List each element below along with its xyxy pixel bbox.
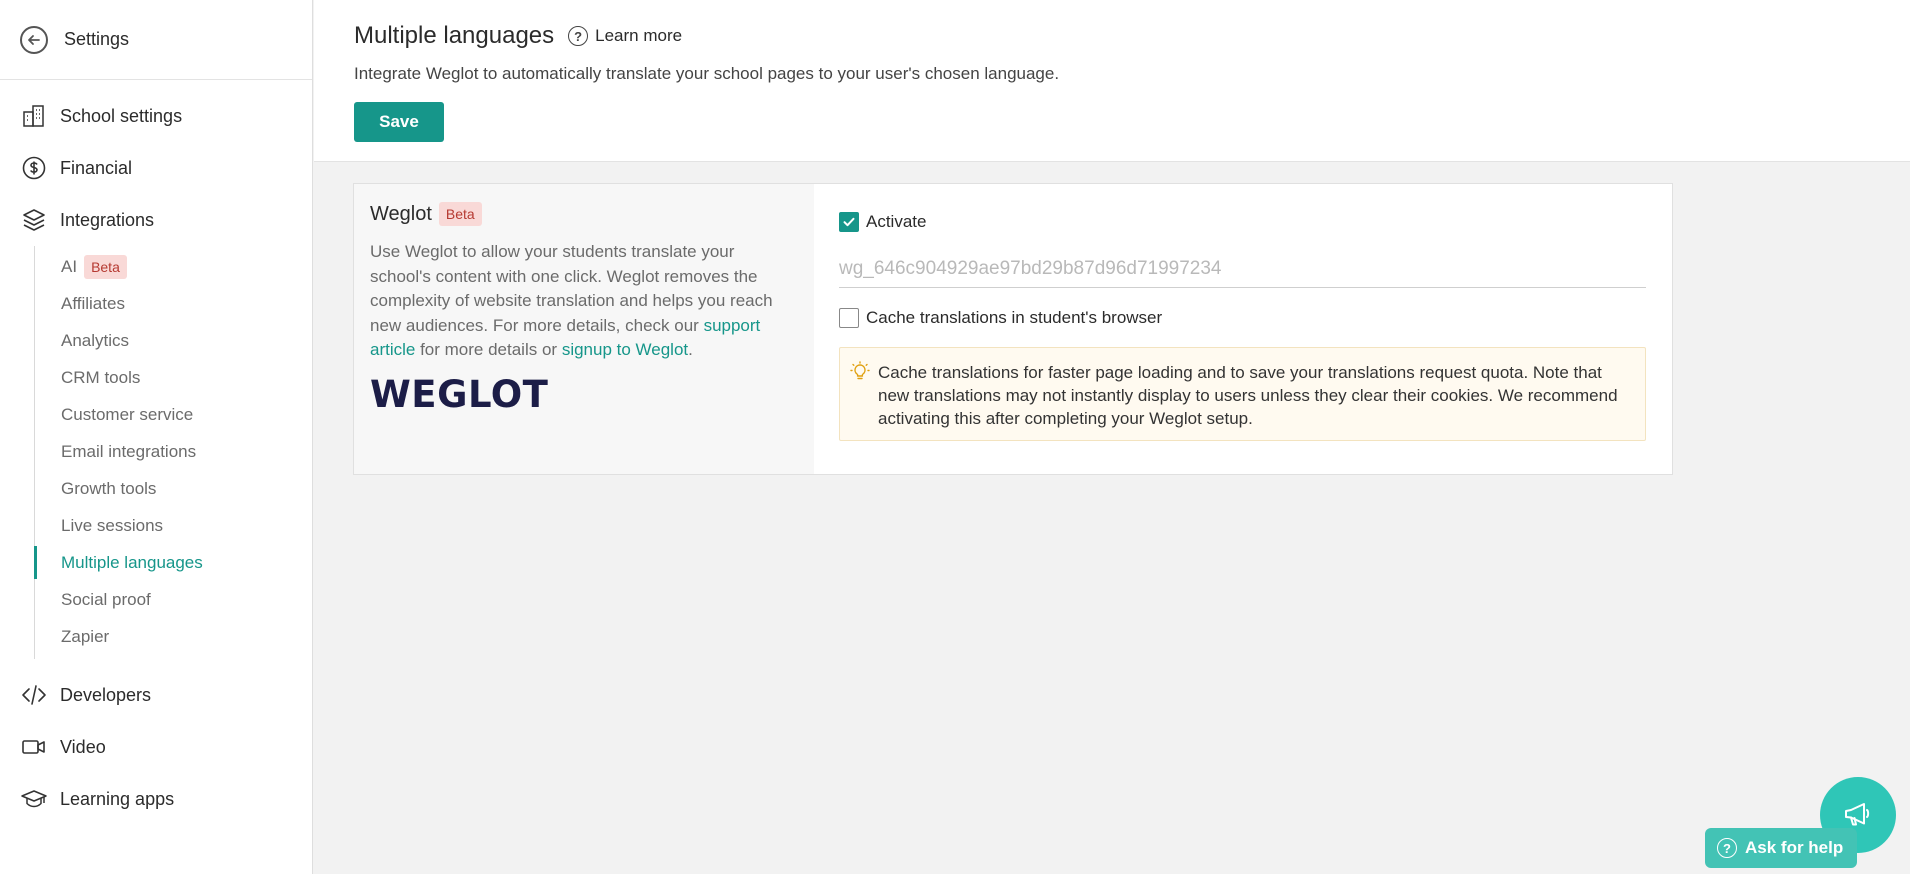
settings-sidebar: Settings School settings Financial Integ… [0,0,313,874]
layers-icon [20,206,48,234]
activate-label: Activate [866,212,927,231]
sidebar-subitem-label: Multiple languages [61,552,203,572]
help-circle-icon: ? [568,26,589,46]
dollar-circle-icon [20,154,48,182]
sidebar-item-developers[interactable]: Developers [0,669,312,721]
integrations-submenu: AI Beta Affiliates Analytics CRM tools C… [34,246,312,659]
sidebar-item-label: Financial [60,157,133,178]
sidebar-subitem-label: AI [61,256,78,276]
video-camera-icon [20,733,48,761]
graduation-cap-icon [20,785,48,813]
signup-weglot-link[interactable]: signup to Weglot [562,340,688,359]
sidebar-subitem-multiple-languages[interactable]: Multiple languages [34,544,312,581]
learn-more-label: Learn more [595,26,683,45]
sidebar-subitem-label: CRM tools [61,367,141,387]
weglot-description-text: . [688,340,693,359]
sidebar-item-label: Video [60,736,106,757]
page-description: Integrate Weglot to automatically transl… [354,64,1060,83]
sidebar-subitem-label: Analytics [61,330,130,350]
sidebar-subitem-social-proof[interactable]: Social proof [35,581,312,618]
sidebar-item-integrations[interactable]: Integrations [0,194,312,246]
sidebar-subitem-label: Growth tools [61,478,157,498]
weglot-description-text: for more details or [415,340,562,359]
page-title: Multiple languages [354,22,555,49]
settings-title: Settings [64,29,130,49]
sidebar-item-label: Integrations [60,209,155,230]
sidebar-item-label: Developers [60,684,152,705]
save-button[interactable]: Save [354,102,444,142]
building-icon [20,102,48,130]
sidebar-subitem-analytics[interactable]: Analytics [35,322,312,359]
cache-checkbox-row[interactable]: Cache translations in student's browser [839,308,1647,328]
back-to-settings[interactable]: Settings [0,0,312,80]
sidebar-subitem-customer-service[interactable]: Customer service [35,396,312,433]
weglot-info-panel: Weglot Beta Use Weglot to allow your stu… [354,184,814,474]
page-header: Multiple languages ? Learn more Integrat… [314,0,1910,162]
sidebar-subitem-label: Social proof [61,589,151,609]
cache-label: Cache translations in student's browser [866,308,1163,327]
beta-badge: Beta [84,254,127,279]
arrow-left-icon [20,25,48,54]
ask-for-help-button[interactable]: ? Ask for help [1705,828,1857,868]
weglot-card: Weglot Beta Use Weglot to allow your stu… [353,183,1673,475]
weglot-api-key-input[interactable] [839,250,1646,288]
cache-notice: Cache translations for faster page loadi… [839,347,1646,441]
sidebar-subitem-label: Affiliates [61,293,125,313]
code-icon [20,681,48,709]
sidebar-subitem-email-integrations[interactable]: Email integrations [35,433,312,470]
sidebar-subitem-growth-tools[interactable]: Growth tools [35,470,312,507]
weglot-title: Weglot [370,202,432,225]
weglot-settings-panel: Activate Cache translations in student's… [814,184,1672,474]
sidebar-subitem-ai[interactable]: AI Beta [35,248,312,285]
weglot-description: Use Weglot to allow your students transl… [370,240,798,363]
sidebar-subitem-label: Customer service [61,404,194,424]
sidebar-subitem-zapier[interactable]: Zapier [35,618,312,655]
sidebar-item-school-settings[interactable]: School settings [0,90,312,142]
sidebar-item-learning-apps[interactable]: Learning apps [0,773,312,825]
weglot-logo: WEGLOT [370,372,549,416]
sidebar-item-video[interactable]: Video [0,721,312,773]
sidebar-subitem-label: Email integrations [61,441,197,461]
sidebar-subitem-label: Zapier [61,626,110,646]
beta-badge: Beta [438,202,482,226]
sidebar-item-label: Learning apps [60,788,175,809]
sidebar-subitem-label: Live sessions [61,515,164,535]
cache-notice-text: Cache translations for faster page loadi… [878,363,1618,428]
learn-more-link[interactable]: ? Learn more [568,26,682,46]
sidebar-subitem-crm-tools[interactable]: CRM tools [35,359,312,396]
sidebar-subitem-live-sessions[interactable]: Live sessions [35,507,312,544]
lightbulb-icon [850,361,870,381]
sidebar-item-financial[interactable]: Financial [0,142,312,194]
activate-checkbox[interactable] [839,212,859,232]
activate-checkbox-row[interactable]: Activate [839,212,1647,232]
help-circle-icon: ? [1717,838,1737,858]
main-content: Multiple languages ? Learn more Integrat… [314,0,1910,874]
cache-checkbox[interactable] [839,308,859,328]
sidebar-subitem-affiliates[interactable]: Affiliates [35,285,312,322]
sidebar-item-label: School settings [60,105,183,126]
ask-for-help-label: Ask for help [1745,838,1844,857]
